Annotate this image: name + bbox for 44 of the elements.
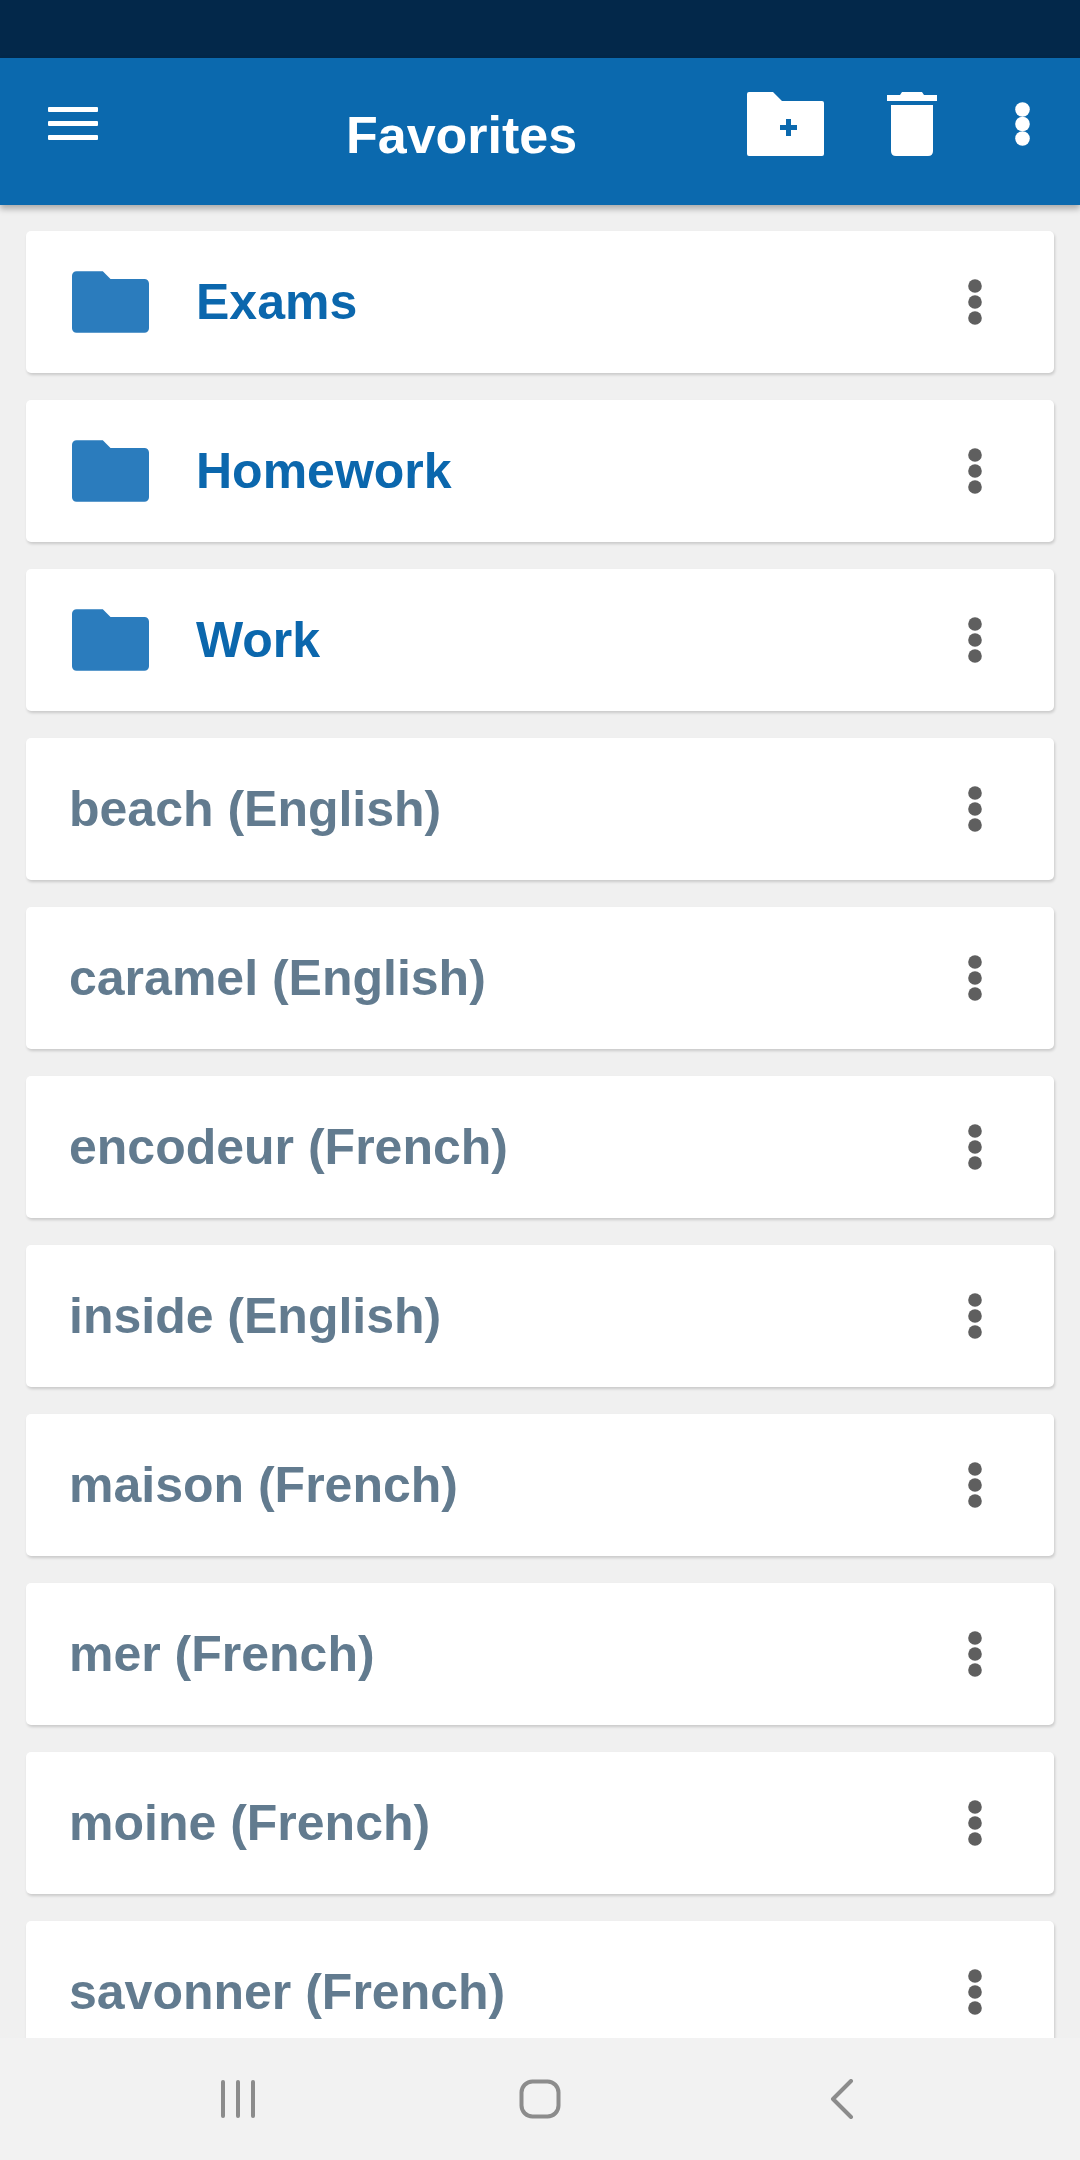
word-entry: encodeur (French) — [69, 1118, 508, 1177]
folder-icon — [72, 440, 149, 502]
folder-card[interactable]: Homework — [26, 400, 1054, 542]
trash-icon[interactable] — [887, 91, 937, 156]
folder-name: Exams — [196, 273, 358, 332]
more-options-icon[interactable] — [968, 1969, 982, 2015]
folder-name: Homework — [196, 442, 452, 501]
new-folder-icon[interactable] — [747, 91, 824, 156]
more-options-icon[interactable] — [968, 279, 982, 325]
word-card[interactable]: caramel (English) — [26, 907, 1054, 1049]
word-card[interactable]: inside (English) — [26, 1245, 1054, 1387]
more-options-icon[interactable] — [968, 617, 982, 663]
more-options-icon[interactable] — [968, 1124, 982, 1170]
home-icon[interactable] — [519, 2079, 561, 2119]
word-card[interactable]: savonner (French) — [26, 1921, 1054, 2038]
folder-icon — [72, 271, 149, 333]
folder-icon — [72, 609, 149, 671]
menu-icon[interactable] — [48, 107, 98, 140]
back-icon[interactable] — [830, 2079, 854, 2119]
more-options-icon[interactable] — [968, 1631, 982, 1677]
word-entry: mer (French) — [69, 1625, 375, 1684]
word-entry: maison (French) — [69, 1456, 458, 1515]
folder-card[interactable]: Work — [26, 569, 1054, 711]
screen-title: Favorites — [346, 104, 578, 166]
word-entry: moine (French) — [69, 1794, 431, 1853]
word-card[interactable]: moine (French) — [26, 1752, 1054, 1894]
word-card[interactable]: mer (French) — [26, 1583, 1054, 1725]
folder-card[interactable]: Exams — [26, 231, 1054, 373]
more-options-icon[interactable] — [968, 786, 982, 832]
word-entry: savonner (French) — [69, 1963, 506, 2022]
overflow-menu-icon[interactable] — [1015, 101, 1030, 146]
more-options-icon[interactable] — [968, 955, 982, 1001]
word-entry: caramel (English) — [69, 949, 486, 1008]
more-options-icon[interactable] — [968, 1293, 982, 1339]
more-options-icon[interactable] — [968, 1800, 982, 1846]
word-entry: inside (English) — [69, 1287, 442, 1346]
recent-apps-icon[interactable] — [220, 2079, 256, 2119]
word-card[interactable]: beach (English) — [26, 738, 1054, 880]
word-card[interactable]: encodeur (French) — [26, 1076, 1054, 1218]
folder-name: Work — [196, 611, 321, 670]
more-options-icon[interactable] — [968, 1462, 982, 1508]
word-entry: beach (English) — [69, 780, 442, 839]
word-card[interactable]: maison (French) — [26, 1414, 1054, 1556]
more-options-icon[interactable] — [968, 448, 982, 494]
